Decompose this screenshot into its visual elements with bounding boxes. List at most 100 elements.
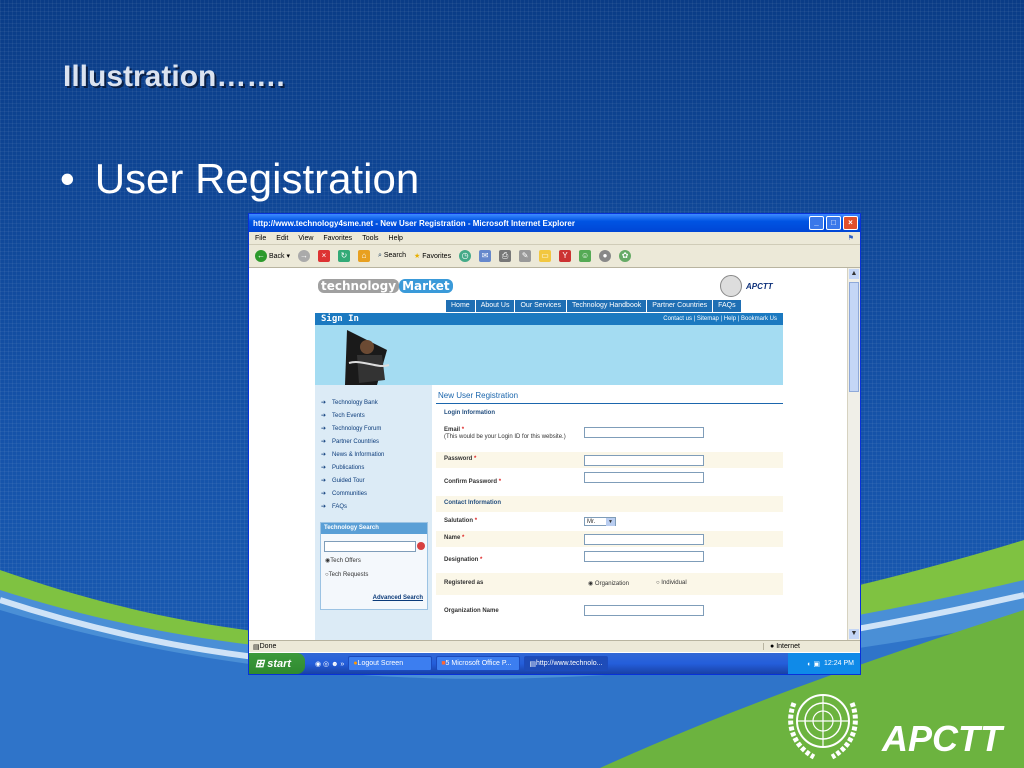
leftnav-faqs[interactable]: ➔ FAQs <box>315 501 432 514</box>
nav-partner-countries[interactable]: Partner Countries <box>647 300 714 312</box>
close-icon[interactable]: × <box>843 216 858 230</box>
required-star: * <box>462 535 465 541</box>
home-icon[interactable]: ⌂ <box>357 250 370 262</box>
security-zone: ● Internet <box>763 643 840 650</box>
arrow-right-icon: ➔ <box>321 426 327 432</box>
leftnav-label: Communities <box>332 491 368 497</box>
tech-search-title: Technology Search <box>321 523 427 534</box>
menu-file[interactable]: File <box>255 235 266 242</box>
back-button[interactable]: ← Back ▾ <box>255 250 290 262</box>
taskbar-office[interactable]: ■ 5 Microsoft Office P... <box>436 656 521 671</box>
radio-organization[interactable]: ◉ Organization <box>588 580 629 587</box>
organization-name-row: Organization Name <box>436 596 783 625</box>
designation-field[interactable] <box>584 551 704 562</box>
browser-title: http://www.technology4sme.net - New User… <box>253 218 575 228</box>
radio-tech-offers[interactable]: ◉Tech Offers <box>325 557 361 564</box>
nav-home[interactable]: Home <box>446 300 476 312</box>
sign-in-link[interactable]: Sign In <box>321 313 359 325</box>
leftnav-guided-tour[interactable]: ➔ Guided Tour <box>315 475 432 488</box>
browser-window: http://www.technology4sme.net - New User… <box>248 213 861 675</box>
history-icon[interactable]: ◷ <box>459 250 472 262</box>
menu-view[interactable]: View <box>298 235 313 242</box>
tech-search-input[interactable] <box>324 541 416 552</box>
required-star: * <box>474 456 477 462</box>
email-field[interactable] <box>584 427 704 438</box>
registered-as-label: Registered as <box>444 580 484 586</box>
edit-icon[interactable]: ✎ <box>519 250 532 262</box>
windows-logo-icon: ⊞ <box>255 658 265 670</box>
designation-row: Designation * <box>436 548 783 573</box>
leftnav-tech-events[interactable]: ➔ Tech Events <box>315 410 432 423</box>
taskbar-browser[interactable]: ▤ http://www.technolo... <box>524 656 609 671</box>
search-button[interactable]: ⌕ Search <box>378 252 406 260</box>
menu-tools[interactable]: Tools <box>362 235 378 242</box>
menu-help[interactable]: Help <box>389 235 403 242</box>
status-text: Done <box>259 643 277 650</box>
leftnav-partner-countries[interactable]: ➔ Partner Countries <box>315 436 432 449</box>
hero-person-image <box>337 325 397 385</box>
maximize-icon[interactable]: □ <box>826 216 841 230</box>
organization-name-field[interactable] <box>584 605 704 616</box>
email-label-text: Email <box>444 427 461 433</box>
stop-icon[interactable]: × <box>317 250 330 262</box>
un-emblem-icon <box>720 275 742 297</box>
vertical-scrollbar[interactable]: ▲ ▼ <box>847 268 860 640</box>
nav-about-us[interactable]: About Us <box>476 300 516 312</box>
leftnav-news-information[interactable]: ➔ News & Information <box>315 449 432 462</box>
organization-name-label: Organization Name <box>444 608 499 614</box>
logo-text-market: Market <box>399 279 453 293</box>
leftnav-communities[interactable]: ➔ Communities <box>315 488 432 501</box>
radio-individual[interactable]: ○ Individual <box>656 580 687 586</box>
radio-tech-requests[interactable]: ○Tech Requests <box>325 572 368 578</box>
search-label: Search <box>383 252 407 259</box>
leftnav-technology-bank[interactable]: ➔ Technology Bank <box>315 397 432 410</box>
name-label: Name * <box>444 535 464 541</box>
folder-icon[interactable]: ▭ <box>539 250 552 262</box>
taskbar-logout-screen[interactable]: ● Logout Screen <box>348 656 433 671</box>
arrow-right-icon: ➔ <box>321 452 327 458</box>
arrow-right-icon: ➔ <box>321 491 327 497</box>
designation-label: Designation * <box>444 557 482 563</box>
section-contact-row: Contact Information <box>436 496 783 513</box>
mail-icon[interactable]: ✉ <box>479 250 492 262</box>
start-button[interactable]: ⊞ start <box>249 653 305 674</box>
leftnav-technology-forum[interactable]: ➔ Technology Forum <box>315 423 432 436</box>
radio-label: Tech Offers <box>330 558 361 564</box>
leftnav-label: Technology Forum <box>332 426 382 432</box>
salutation-label-text: Salutation <box>444 518 474 524</box>
nav-technology-handbook[interactable]: Technology Handbook <box>567 300 648 312</box>
site-logo[interactable]: technology Market <box>318 279 453 293</box>
confirm-password-field[interactable] <box>584 472 704 483</box>
bullet-dot-icon: • <box>60 155 75 202</box>
yahoo-icon[interactable]: Y <box>559 250 572 262</box>
name-field[interactable] <box>584 534 704 545</box>
advanced-search-link[interactable]: Advanced Search <box>373 595 423 601</box>
favorites-button[interactable]: ★ Favorites <box>414 252 451 260</box>
scroll-up-icon[interactable]: ▲ <box>849 269 859 279</box>
zone-text: Internet <box>776 643 800 650</box>
utility-links[interactable]: Contact us | Sitemap | Help | Bookmark U… <box>663 313 777 325</box>
discuss-icon[interactable]: ● <box>599 250 612 262</box>
salutation-select[interactable]: Mr. ▼ <box>584 517 616 526</box>
menu-edit[interactable]: Edit <box>276 235 288 242</box>
minimize-icon[interactable]: _ <box>809 216 824 230</box>
quicklaunch-icons[interactable]: ◉ ◎ ☻ » <box>315 660 344 668</box>
messenger-icon[interactable]: ☺ <box>579 250 592 262</box>
nav-faqs[interactable]: FAQs <box>713 300 741 312</box>
refresh-icon[interactable]: ↻ <box>337 250 350 262</box>
research-icon[interactable]: ✿ <box>619 250 632 262</box>
print-icon[interactable]: ⎙ <box>499 250 512 262</box>
scroll-thumb[interactable] <box>849 282 859 392</box>
search-go-icon[interactable] <box>417 542 425 550</box>
email-label: Email * <box>444 427 464 433</box>
search-icon: ⌕ <box>377 252 382 259</box>
leftnav-publications[interactable]: ➔ Publications <box>315 462 432 475</box>
nav-our-services[interactable]: Our Services <box>515 300 567 312</box>
back-arrow-icon: ← <box>255 250 267 262</box>
menu-favorites[interactable]: Favorites <box>323 235 352 242</box>
password-field[interactable] <box>584 455 704 466</box>
radio-label: Individual <box>661 580 687 586</box>
leftnav-label: Technology Bank <box>332 400 378 406</box>
forward-arrow-icon[interactable]: → <box>297 250 310 262</box>
scroll-down-icon[interactable]: ▼ <box>849 629 859 639</box>
